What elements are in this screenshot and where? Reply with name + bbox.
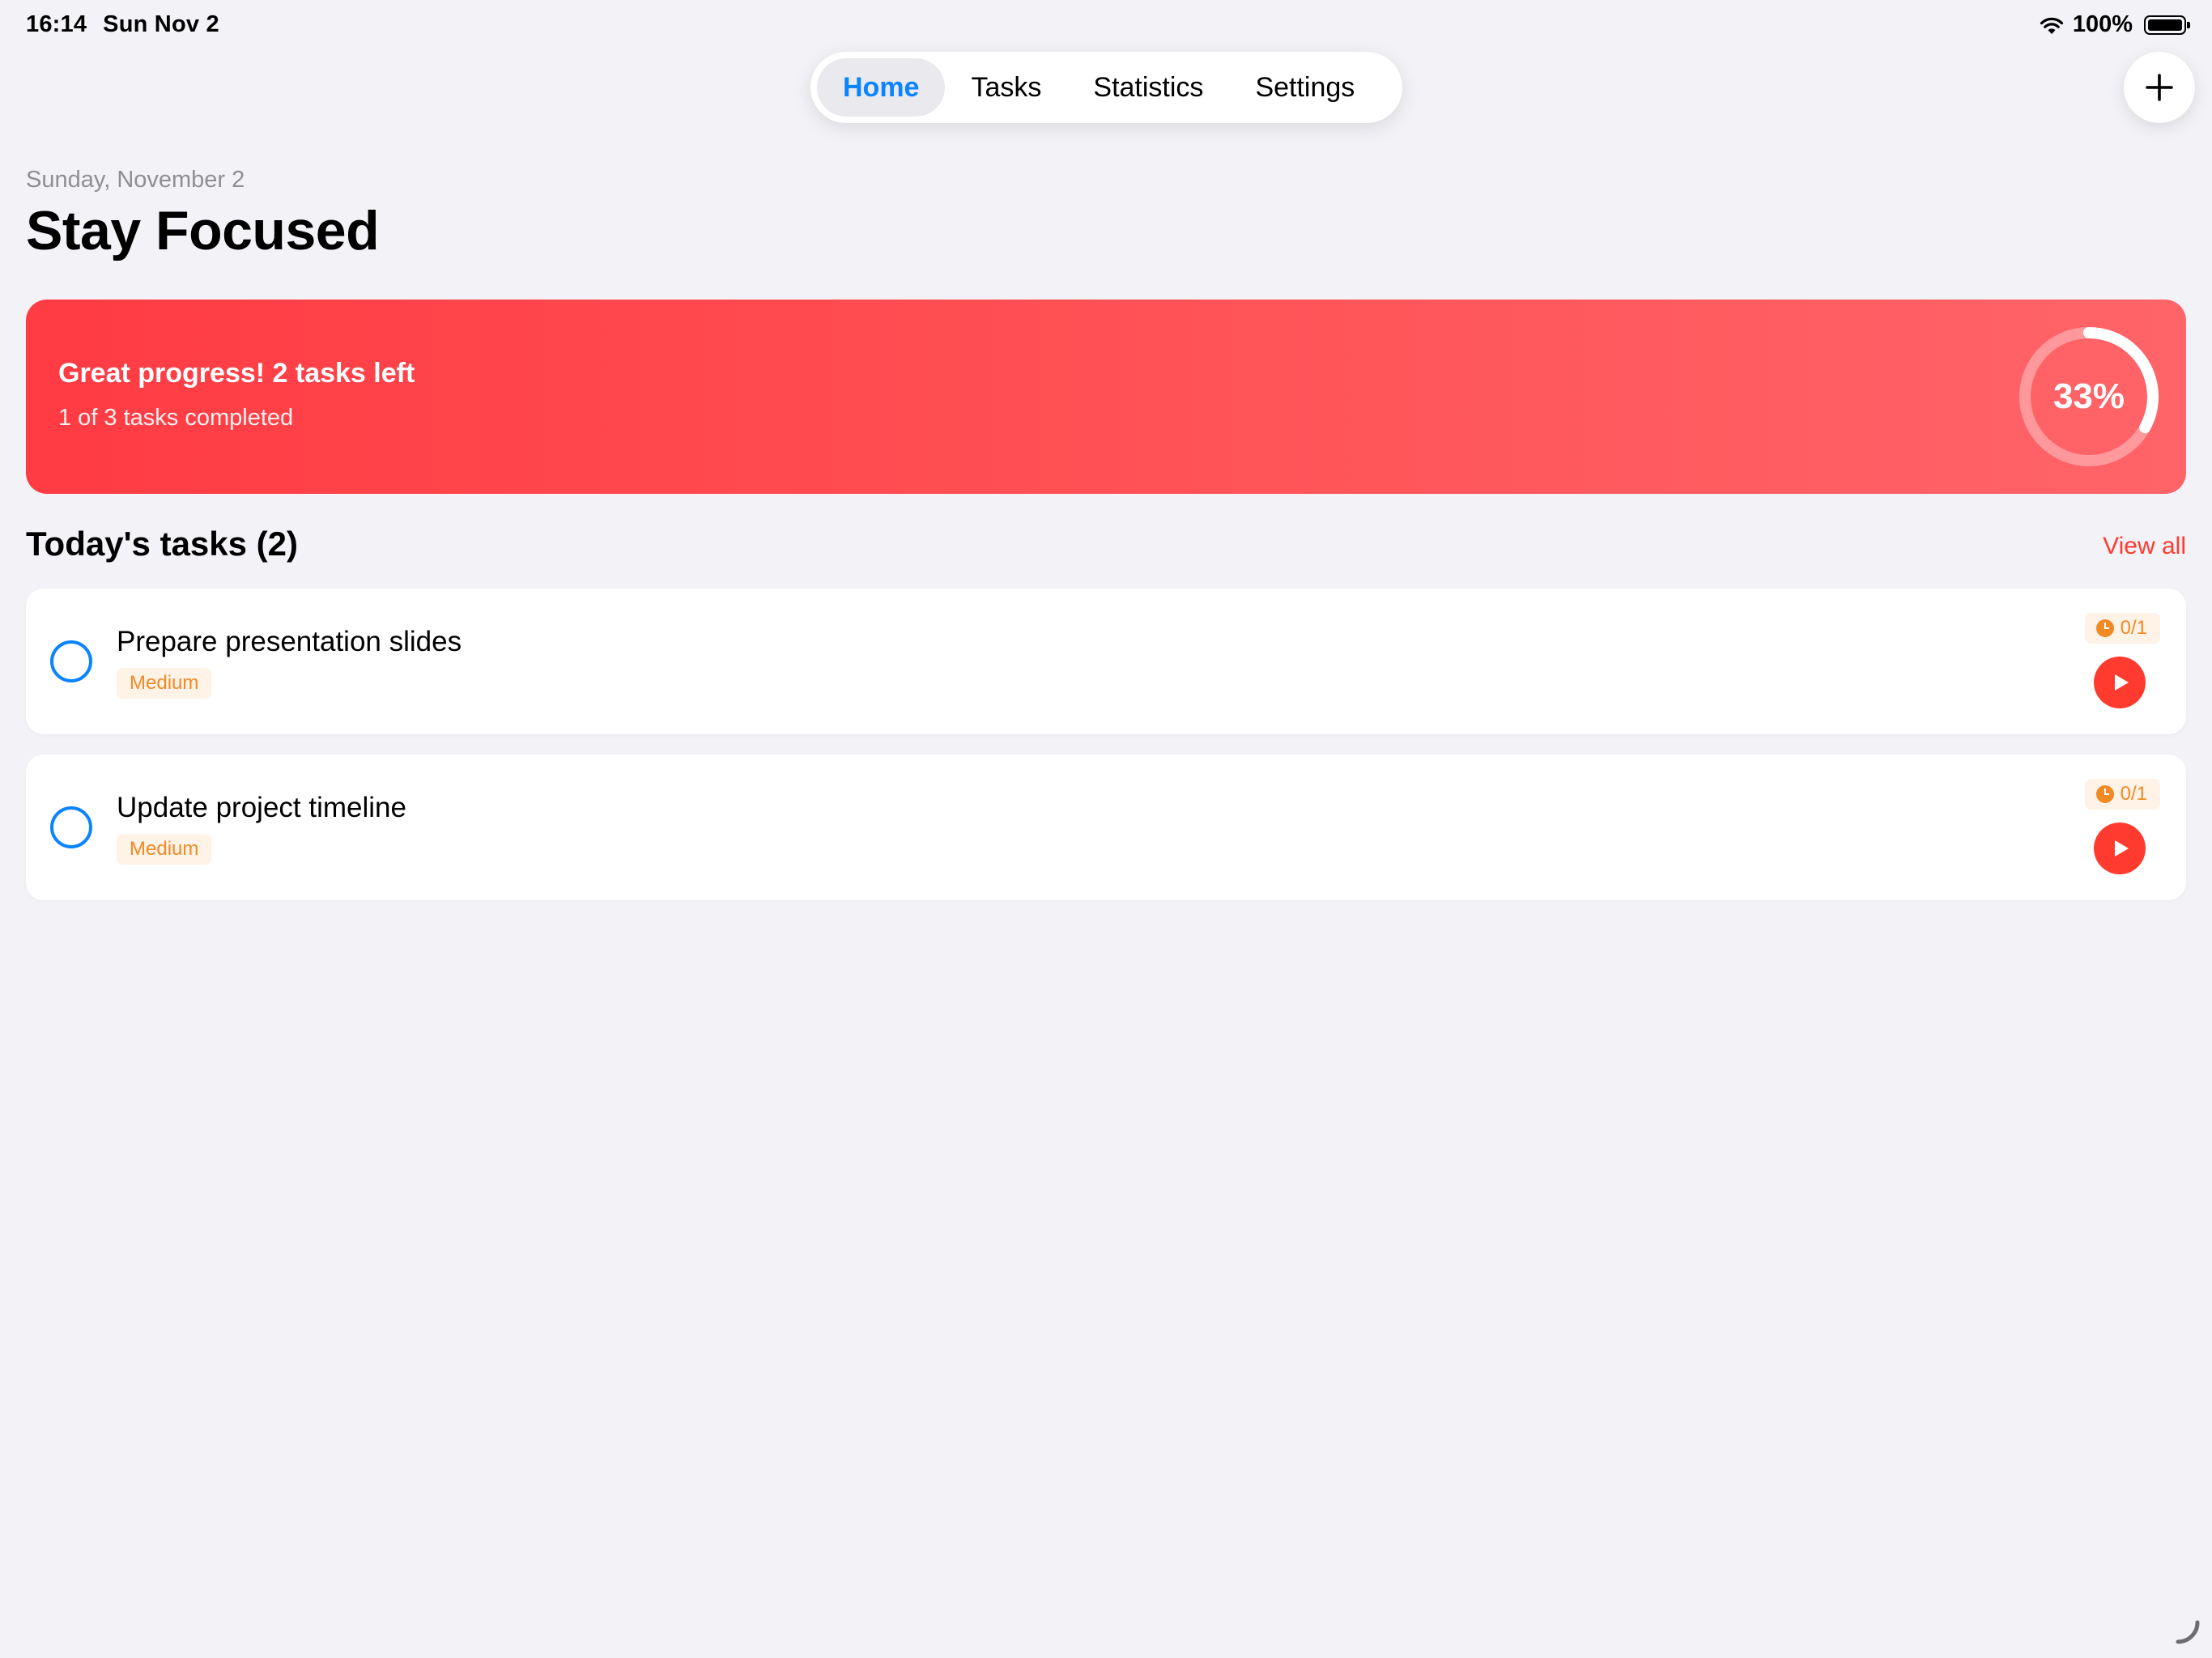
progress-headline: Great progress! 2 tasks left xyxy=(58,358,415,389)
add-task-button[interactable] xyxy=(2124,52,2195,123)
priority-badge: Medium xyxy=(117,834,212,865)
tab-settings[interactable]: Settings xyxy=(1229,58,1380,117)
pomodoro-count: 0/1 xyxy=(2120,617,2147,639)
view-all-link[interactable]: View all xyxy=(2103,533,2186,560)
priority-badge: Medium xyxy=(117,668,212,699)
progress-banner: Great progress! 2 tasks left 1 of 3 task… xyxy=(26,300,2186,494)
task-checkbox[interactable] xyxy=(50,640,92,682)
page-title: Stay Focused xyxy=(26,200,380,261)
progress-percent: 33% xyxy=(2052,376,2125,416)
tab-home[interactable]: Home xyxy=(817,58,946,117)
tab-statistics[interactable]: Statistics xyxy=(1067,58,1229,117)
tasks-section-title: Today's tasks (2) xyxy=(26,525,298,563)
wifi-icon xyxy=(2040,17,2063,34)
status-time-date: 16:14 Sun Nov 2 xyxy=(26,11,219,38)
timer-icon xyxy=(2095,619,2114,637)
play-icon xyxy=(2114,840,2129,857)
play-icon xyxy=(2114,674,2129,691)
task-title: Update project timeline xyxy=(117,792,406,823)
pomodoro-count-badge: 0/1 xyxy=(2084,779,2160,810)
start-timer-button[interactable] xyxy=(2094,657,2146,708)
tab-tasks[interactable]: Tasks xyxy=(945,58,1067,117)
task-checkbox[interactable] xyxy=(50,806,92,848)
task-card[interactable]: Update project timeline Medium 0/1 xyxy=(26,755,2186,900)
pomodoro-count-badge: 0/1 xyxy=(2084,613,2160,644)
status-bar: 16:14 Sun Nov 2 100% xyxy=(0,0,2212,52)
status-indicators: 100% xyxy=(2039,11,2190,38)
battery-percent: 100% xyxy=(2072,11,2133,37)
resize-corner-icon xyxy=(2176,1620,2200,1644)
plus-icon xyxy=(2146,74,2173,101)
start-timer-button[interactable] xyxy=(2094,823,2146,874)
current-date: Sunday, November 2 xyxy=(26,167,245,193)
progress-subtext: 1 of 3 tasks completed xyxy=(58,405,294,431)
status-time: 16:14 xyxy=(26,11,87,37)
tab-bar: Home Tasks Statistics Settings xyxy=(810,52,1402,123)
timer-icon xyxy=(2095,785,2114,803)
battery-icon xyxy=(2144,15,2190,35)
task-title: Prepare presentation slides xyxy=(117,626,462,657)
status-date: Sun Nov 2 xyxy=(103,11,219,37)
task-card[interactable]: Prepare presentation slides Medium 0/1 xyxy=(26,589,2186,734)
pomodoro-count: 0/1 xyxy=(2120,783,2147,805)
